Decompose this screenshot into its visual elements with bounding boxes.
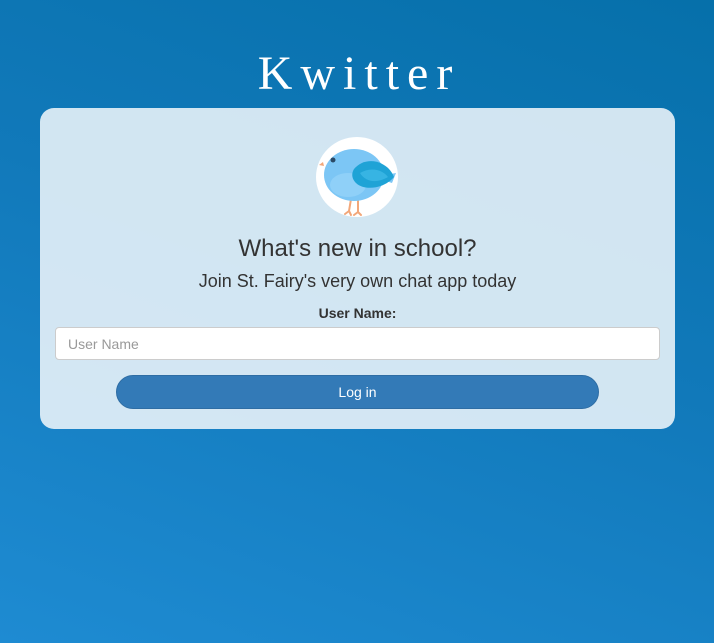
login-button[interactable]: Log in xyxy=(116,375,599,409)
subheadline: Join St. Fairy's very own chat app today xyxy=(198,271,517,291)
headline: What's new in school? xyxy=(238,235,477,262)
username-label: User Name: xyxy=(318,305,397,321)
username-input[interactable] xyxy=(55,327,660,360)
bird-icon xyxy=(316,137,398,217)
login-card: What's new in school? Join St. Fairy's v… xyxy=(40,108,675,429)
app-title: Kwitter xyxy=(257,47,461,100)
